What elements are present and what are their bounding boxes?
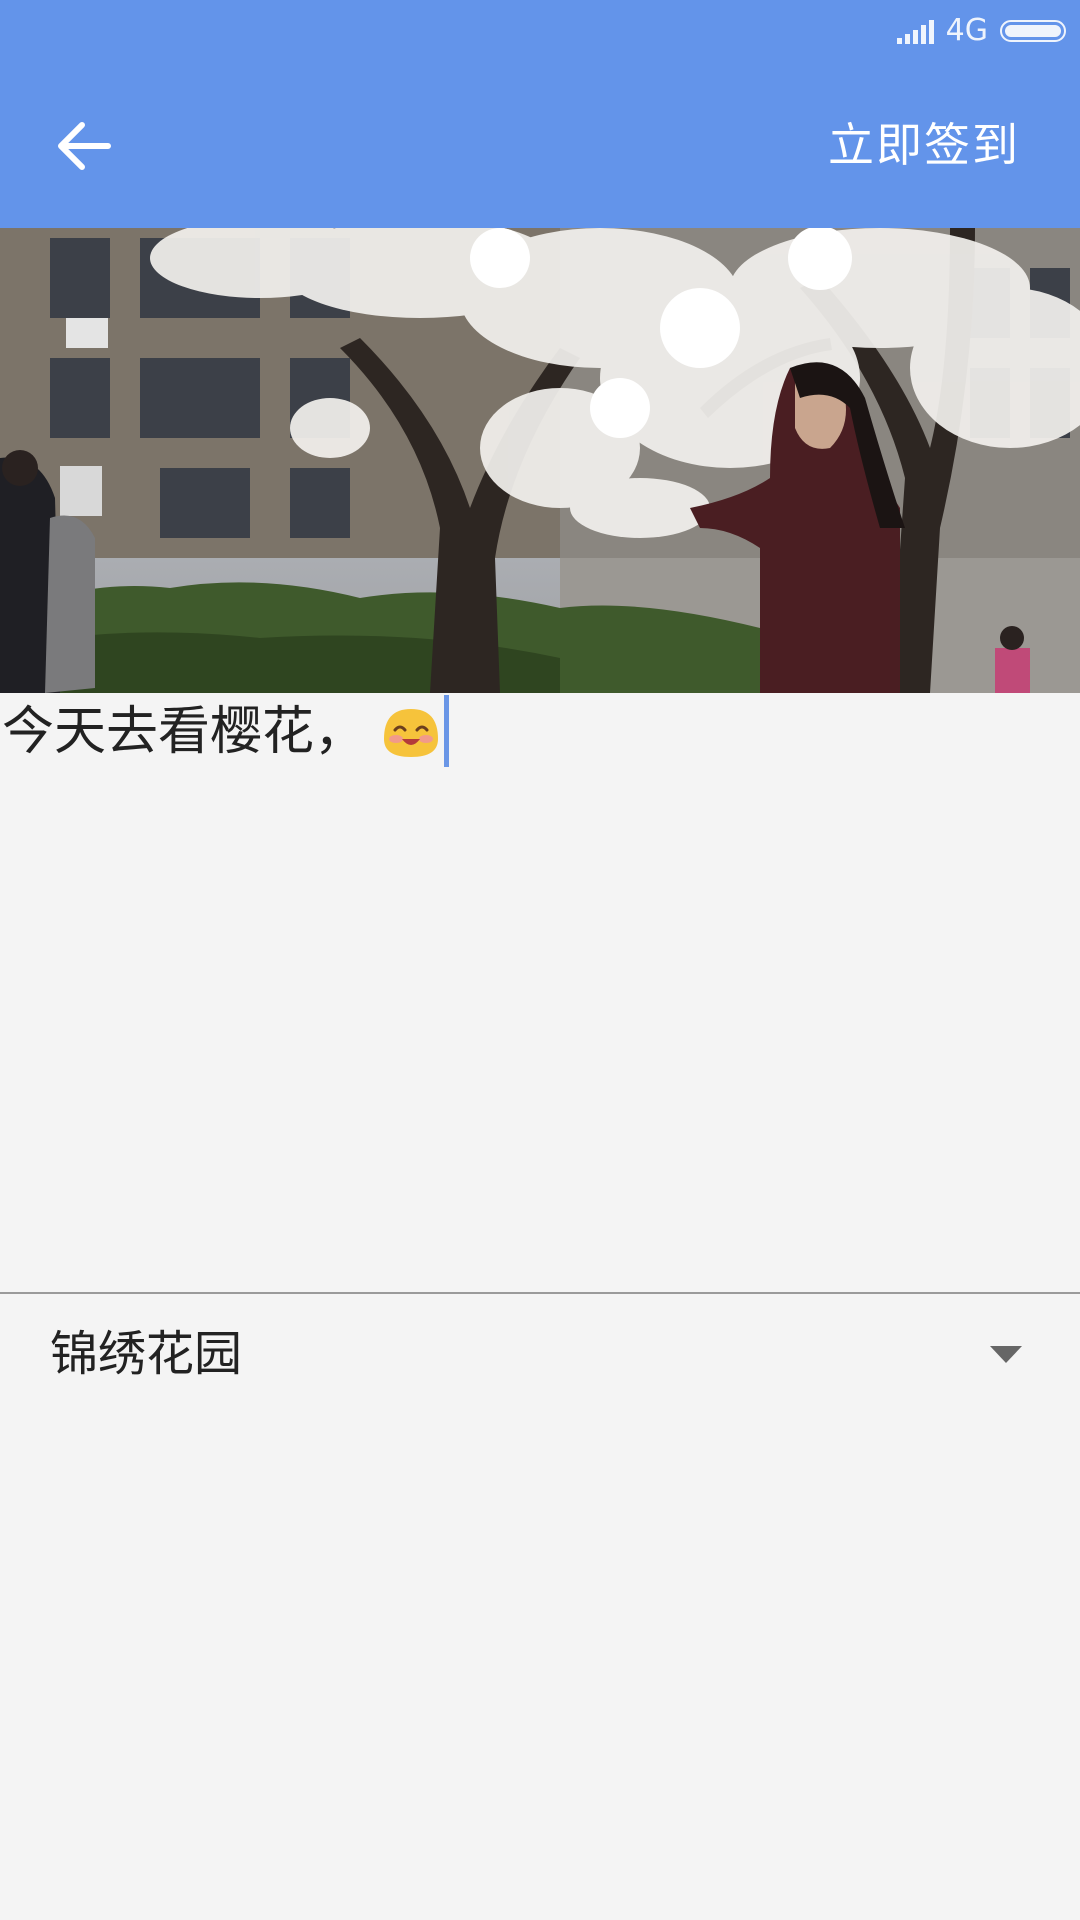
checkin-screen: 4G 立即签到 今天去看樱花， 锦绣花园 — [0, 0, 1080, 1920]
post-text-input[interactable]: 今天去看樱花， — [0, 695, 1080, 1295]
location-value: 锦绣花园 — [50, 1326, 243, 1382]
battery-icon — [1000, 20, 1066, 42]
post-photo[interactable] — [0, 228, 1080, 693]
cherry-blossom-photo — [0, 228, 1080, 693]
back-button[interactable] — [44, 106, 124, 186]
post-text: 今天去看樱花， — [2, 702, 367, 762]
text-cursor — [444, 695, 450, 767]
triangle-down-icon — [990, 1346, 1022, 1363]
status-bar: 4G — [0, 0, 1080, 60]
status-icons: 4G — [896, 13, 1066, 48]
app-bar: 立即签到 — [0, 60, 1080, 228]
checkin-now-button[interactable]: 立即签到 — [828, 110, 1020, 180]
arrow-left-icon — [58, 122, 111, 170]
network-type: 4G — [945, 13, 988, 48]
location-selector[interactable]: 锦绣花园 — [0, 1294, 1080, 1414]
smiling-face-icon — [384, 709, 439, 757]
signal-icon — [896, 18, 934, 44]
